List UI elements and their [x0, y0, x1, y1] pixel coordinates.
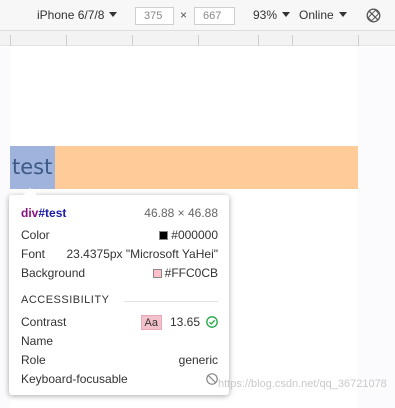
- dimension-separator: ×: [180, 8, 188, 22]
- chevron-down-icon: [282, 12, 291, 18]
- inspect-tooltip: div#test 46.88 × 46.88 Color #000000 Fon…: [9, 188, 229, 395]
- zoom-select[interactable]: 93%: [253, 0, 291, 31]
- color-row: Color #000000: [21, 227, 218, 243]
- contrast-value: 13.65: [169, 315, 200, 329]
- tag-name: div: [21, 206, 39, 220]
- rotate-icon[interactable]: [366, 8, 381, 23]
- font-label: Font: [21, 247, 46, 261]
- name-row: Name: [21, 333, 218, 349]
- test-element[interactable]: test: [10, 146, 55, 189]
- contrast-row: Contrast Aa 13.65: [21, 314, 218, 330]
- width-input[interactable]: 375: [135, 7, 174, 25]
- color-label: Color: [21, 228, 50, 242]
- highlighted-parent-box: [10, 146, 358, 189]
- ruler-tick: [258, 35, 259, 46]
- background-row: Background #FFC0CB: [21, 265, 218, 281]
- background-swatch: [152, 269, 162, 278]
- role-value: generic: [178, 353, 218, 367]
- zoom-select-label: 93%: [253, 8, 278, 22]
- contrast-label: Contrast: [21, 315, 67, 329]
- chevron-down-icon: [109, 12, 118, 18]
- accessibility-heading: ACCESSIBILITY: [21, 294, 110, 306]
- ruler-tick: [198, 35, 199, 46]
- element-dimensions: 46.88 × 46.88: [144, 206, 218, 220]
- network-select-label: Online: [299, 8, 334, 22]
- ruler-tick: [132, 35, 133, 46]
- tooltip-arrow: [23, 188, 37, 195]
- background-label: Background: [21, 266, 86, 280]
- check-icon: [206, 316, 218, 328]
- color-value: #000000: [171, 228, 218, 242]
- ruler-tick: [358, 35, 359, 46]
- device-select-label: iPhone 6/7/8: [37, 8, 105, 22]
- no-entry-icon: [206, 373, 218, 385]
- font-value: 23.4375px "Microsoft YaHei": [66, 247, 219, 261]
- chevron-down-icon: [338, 12, 347, 18]
- ruler-tick: [10, 35, 11, 46]
- background-value: #FFC0CB: [164, 266, 218, 280]
- section-divider: [124, 301, 218, 302]
- device-toolbar: iPhone 6/7/8 375 × 667 93% Online: [0, 0, 395, 31]
- height-input[interactable]: 667: [194, 7, 235, 25]
- role-row: Role generic: [21, 352, 218, 368]
- ruler-tick: [66, 35, 67, 46]
- ruler-tick: [292, 35, 293, 46]
- selector-row: div#test 46.88 × 46.88: [21, 205, 218, 221]
- role-label: Role: [21, 353, 46, 367]
- font-row: Font 23.4375px "Microsoft YaHei": [21, 246, 218, 262]
- color-swatch: [159, 231, 169, 240]
- ruler-strip: [0, 31, 395, 46]
- device-select[interactable]: iPhone 6/7/8: [37, 0, 118, 31]
- focusable-row: Keyboard-focusable: [21, 371, 218, 387]
- contrast-badge: Aa: [140, 315, 162, 330]
- watermark-text: https://blog.csdn.net/qq_36721078: [218, 378, 387, 390]
- element-id: #test: [38, 206, 67, 220]
- name-label: Name: [21, 334, 54, 348]
- focusable-label: Keyboard-focusable: [21, 372, 128, 386]
- network-throttle-select[interactable]: Online: [299, 0, 347, 31]
